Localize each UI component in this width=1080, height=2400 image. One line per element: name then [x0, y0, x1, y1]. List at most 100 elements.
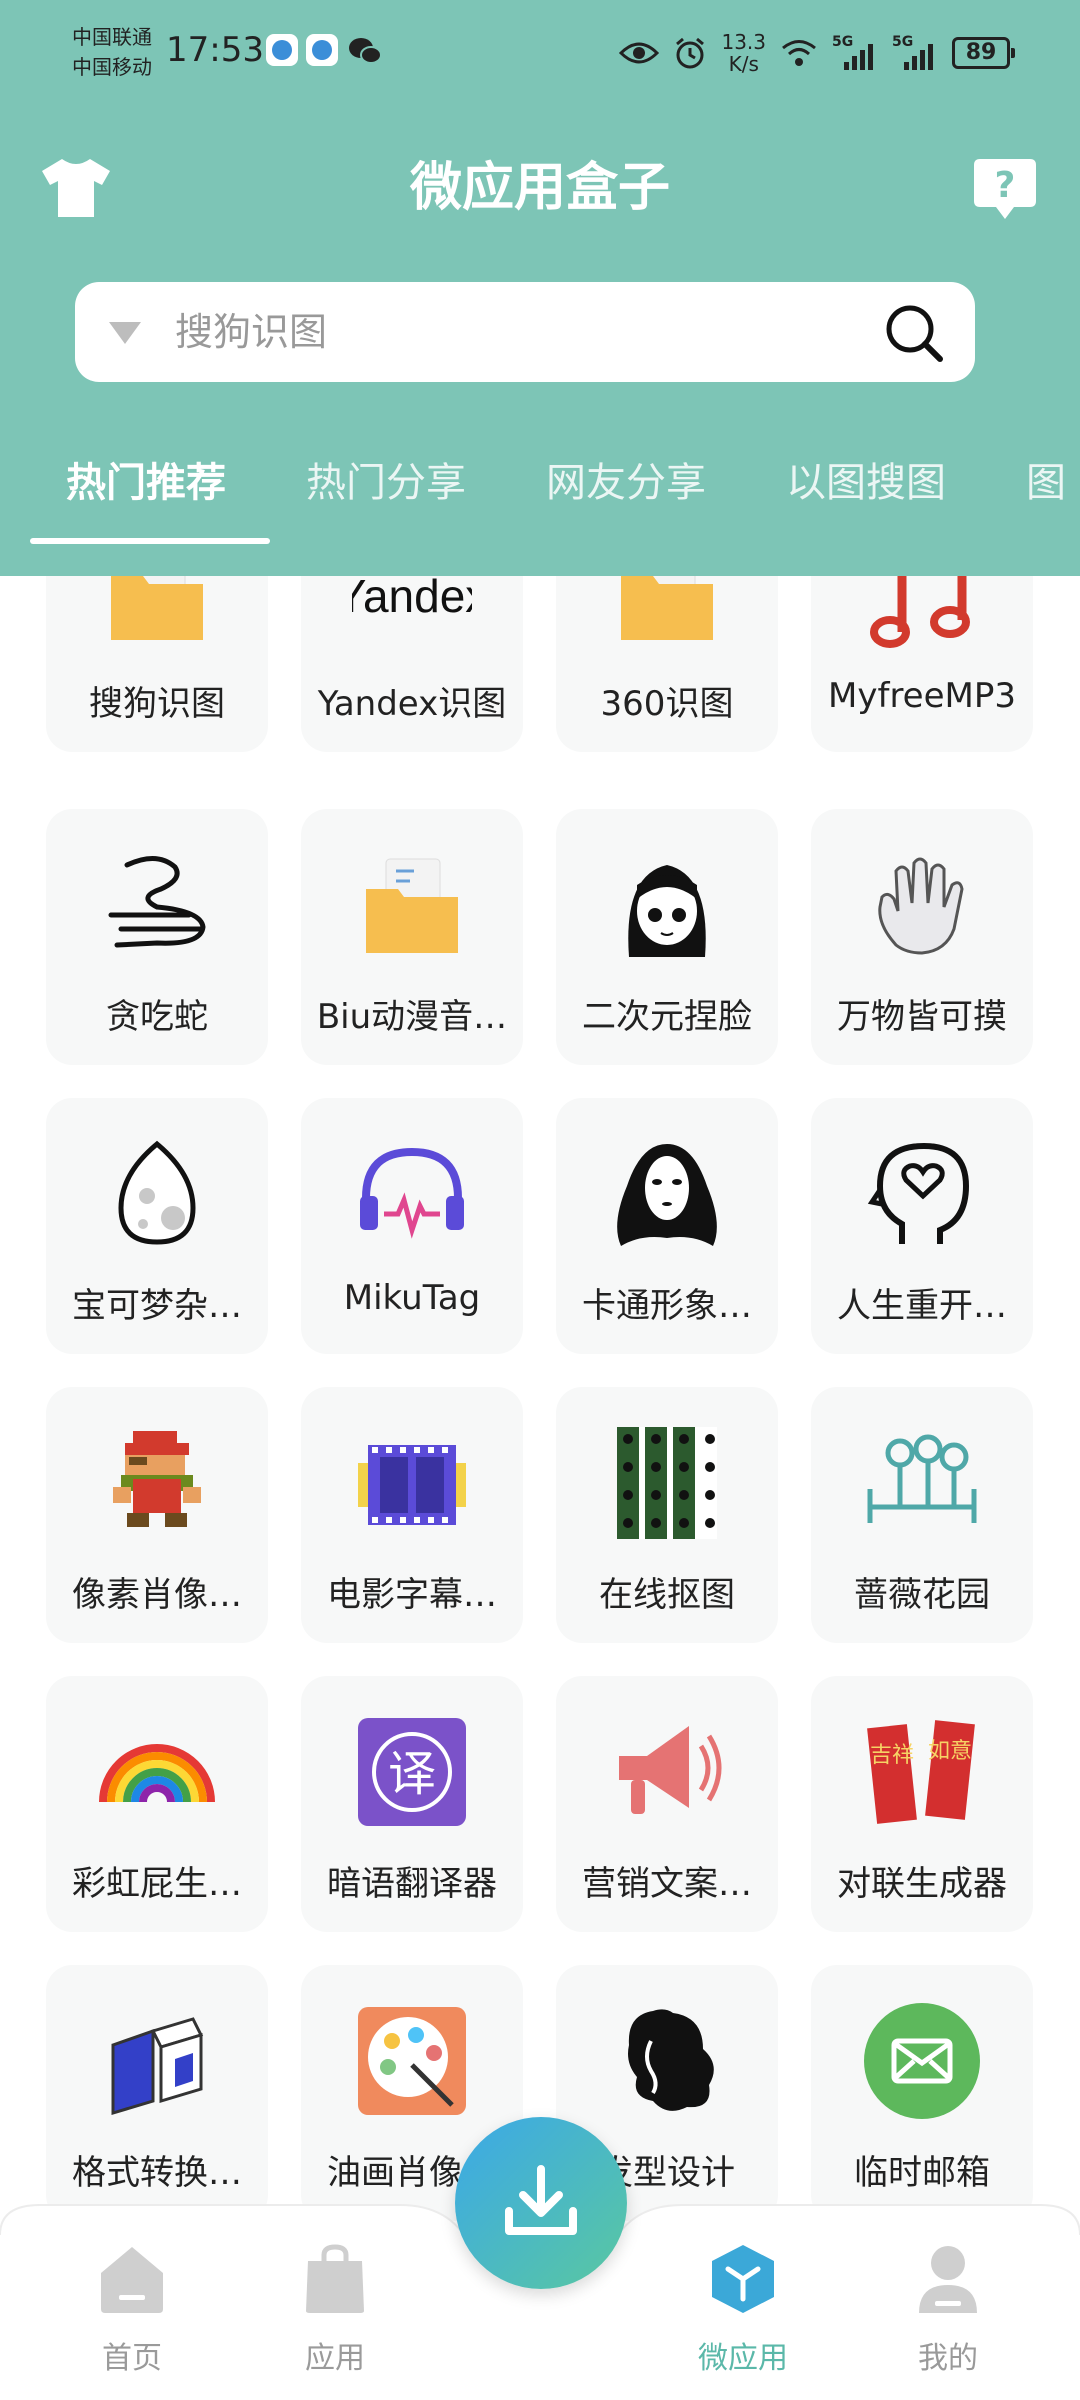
home-icon — [101, 2247, 163, 2313]
megaphone-icon — [619, 1726, 722, 1814]
svg-text:Yandex: Yandex — [352, 576, 472, 622]
app-label: 像素肖像… — [72, 1575, 242, 1615]
tab-image-search[interactable]: 以图搜图 — [786, 450, 946, 508]
app-label: 360识图 — [600, 684, 734, 724]
app-label: 彩虹屁生… — [72, 1864, 242, 1904]
page-title: 微应用盒子 — [409, 158, 670, 218]
nav-label: 我的 — [918, 2341, 978, 2376]
nav-home[interactable]: 首页 — [57, 2243, 207, 2383]
wechat-icon — [349, 38, 382, 64]
app-label: 人生重开… — [837, 1286, 1007, 1326]
dropdown-triangle-icon[interactable] — [105, 318, 145, 348]
app-card-snake[interactable]: 贪吃蛇 — [46, 809, 268, 1065]
app-label: 对联生成器 — [837, 1864, 1007, 1904]
app-label: 万物皆可摸 — [837, 997, 1007, 1037]
app-label: 二次元捏脸 — [582, 997, 752, 1037]
app-card-anime-face[interactable]: 二次元捏脸 — [556, 809, 778, 1065]
folder-icon — [621, 576, 713, 640]
app-card-360[interactable]: 360识图 — [556, 576, 778, 752]
carrier-2: 中国移动 — [72, 55, 152, 79]
no-face-icon — [617, 1144, 717, 1246]
app-card-marketing[interactable]: 营销文案… — [556, 1676, 778, 1932]
svg-text:吉祥: 吉祥 — [870, 1743, 914, 1768]
app-label: 卡通形象… — [582, 1286, 752, 1326]
app-label: Biu动漫音… — [316, 997, 508, 1037]
app-label: 搜狗识图 — [89, 684, 225, 724]
hand-icon — [878, 857, 964, 955]
folder-icon — [366, 858, 458, 953]
app-label: 蔷薇花园 — [854, 1575, 990, 1615]
music-note-icon — [870, 576, 970, 648]
search-icon[interactable] — [883, 302, 945, 364]
app-label: 营销文案… — [582, 1864, 752, 1904]
headphones-icon — [360, 1147, 464, 1239]
bag-icon — [306, 2244, 364, 2313]
search-input[interactable] — [175, 298, 835, 366]
app-card-yandex[interactable]: Yandex Yandex识图 — [301, 576, 523, 752]
tab-hot-recommend[interactable]: 热门推荐 — [66, 450, 226, 508]
app-card-movie-subtitle[interactable]: 电影字幕… — [301, 1387, 523, 1643]
help-icon[interactable]: ? — [970, 155, 1040, 225]
notification-app-icon — [306, 34, 338, 66]
app-label: MikuTag — [343, 1278, 481, 1318]
app-grid: 搜狗识图 Yandex Yandex识图 360识图 MyfreeMP3 贪吃蛇 — [0, 576, 1080, 2336]
eye-icon — [619, 42, 660, 64]
nav-label: 应用 — [305, 2341, 365, 2376]
svg-text:译: 译 — [388, 1746, 436, 1802]
app-label: 宝可梦杂… — [72, 1286, 242, 1326]
carrier-info: 中国联通 中国移动 — [72, 22, 152, 82]
app-card-rainbow[interactable]: 彩虹屁生… — [46, 1676, 268, 1932]
film-strip-icon — [358, 1445, 466, 1525]
tab-hot-share[interactable]: 热门分享 — [306, 450, 466, 508]
app-label: 贪吃蛇 — [106, 997, 208, 1037]
hairstyle-icon — [628, 2009, 714, 2111]
app-card-secret-translator[interactable]: 译 暗语翻译器 — [301, 1676, 523, 1932]
nav-apps[interactable]: 应用 — [260, 2243, 410, 2383]
app-card-cutout[interactable]: 在线抠图 — [556, 1387, 778, 1643]
app-card-touch[interactable]: 万物皆可摸 — [811, 809, 1033, 1065]
app-card-format-convert[interactable]: 格式转换… — [46, 1965, 268, 2221]
app-label: 临时邮箱 — [854, 2153, 990, 2193]
nav-label: 首页 — [102, 2341, 162, 2376]
app-card-sogou[interactable]: 搜狗识图 — [46, 576, 268, 752]
nav-profile[interactable]: 我的 — [873, 2243, 1023, 2383]
svg-text:?: ? — [995, 165, 1016, 206]
head-heart-icon — [867, 1142, 970, 1244]
app-label: 电影字幕… — [327, 1575, 497, 1615]
tab-indicator — [30, 538, 270, 544]
tab-more[interactable]: 图 — [1026, 450, 1066, 508]
app-card-rose-garden[interactable]: 蔷薇花园 — [811, 1387, 1033, 1643]
app-card-life-restart[interactable]: 人生重开… — [811, 1098, 1033, 1354]
app-card-pixel-portrait[interactable]: 像素肖像… — [46, 1387, 268, 1643]
clock: 17:53 — [166, 30, 264, 70]
app-card-temp-mail[interactable]: 临时邮箱 — [811, 1965, 1033, 2221]
nav-micro-apps[interactable]: 微应用 — [668, 2243, 818, 2383]
mail-icon — [864, 2003, 980, 2119]
app-card-cartoon[interactable]: 卡通形象… — [556, 1098, 778, 1354]
yandex-logo: Yandex — [352, 576, 472, 622]
network-speed: 13.3 K/s — [721, 30, 766, 76]
alarm-icon — [676, 37, 705, 69]
app-label: 在线抠图 — [599, 1575, 735, 1615]
pixel-character-icon — [113, 1431, 201, 1527]
wifi-icon — [782, 40, 816, 66]
svg-text:如意: 如意 — [928, 1739, 972, 1764]
signal-2-icon: 5G — [892, 34, 938, 70]
cube-icon — [712, 2245, 774, 2313]
tab-user-share[interactable]: 网友分享 — [546, 450, 706, 508]
notification-app-icon — [266, 34, 298, 66]
app-card-mikutag[interactable]: MikuTag — [301, 1098, 523, 1354]
app-card-pokemon[interactable]: 宝可梦杂… — [46, 1098, 268, 1354]
carrier-1: 中国联通 — [72, 25, 152, 49]
app-card-myfreemp3[interactable]: MyfreeMP3 — [811, 576, 1033, 752]
garden-icon — [867, 1434, 977, 1523]
app-card-couplet[interactable]: 吉祥 如意 对联生成器 — [811, 1676, 1033, 1932]
egg-icon — [118, 1140, 196, 1245]
status-icons: 13.3 K/s 5G 5G 89 — [619, 28, 1015, 78]
palette-icon — [358, 2007, 466, 2115]
snake-icon — [108, 856, 206, 948]
app-card-biu[interactable]: Biu动漫音… — [301, 809, 523, 1065]
category-tabs: 热门推荐 热门分享 网友分享 以图搜图 图 — [0, 430, 1080, 550]
download-fab[interactable] — [455, 2117, 627, 2289]
couplet-icon: 吉祥 如意 — [867, 1720, 975, 1824]
